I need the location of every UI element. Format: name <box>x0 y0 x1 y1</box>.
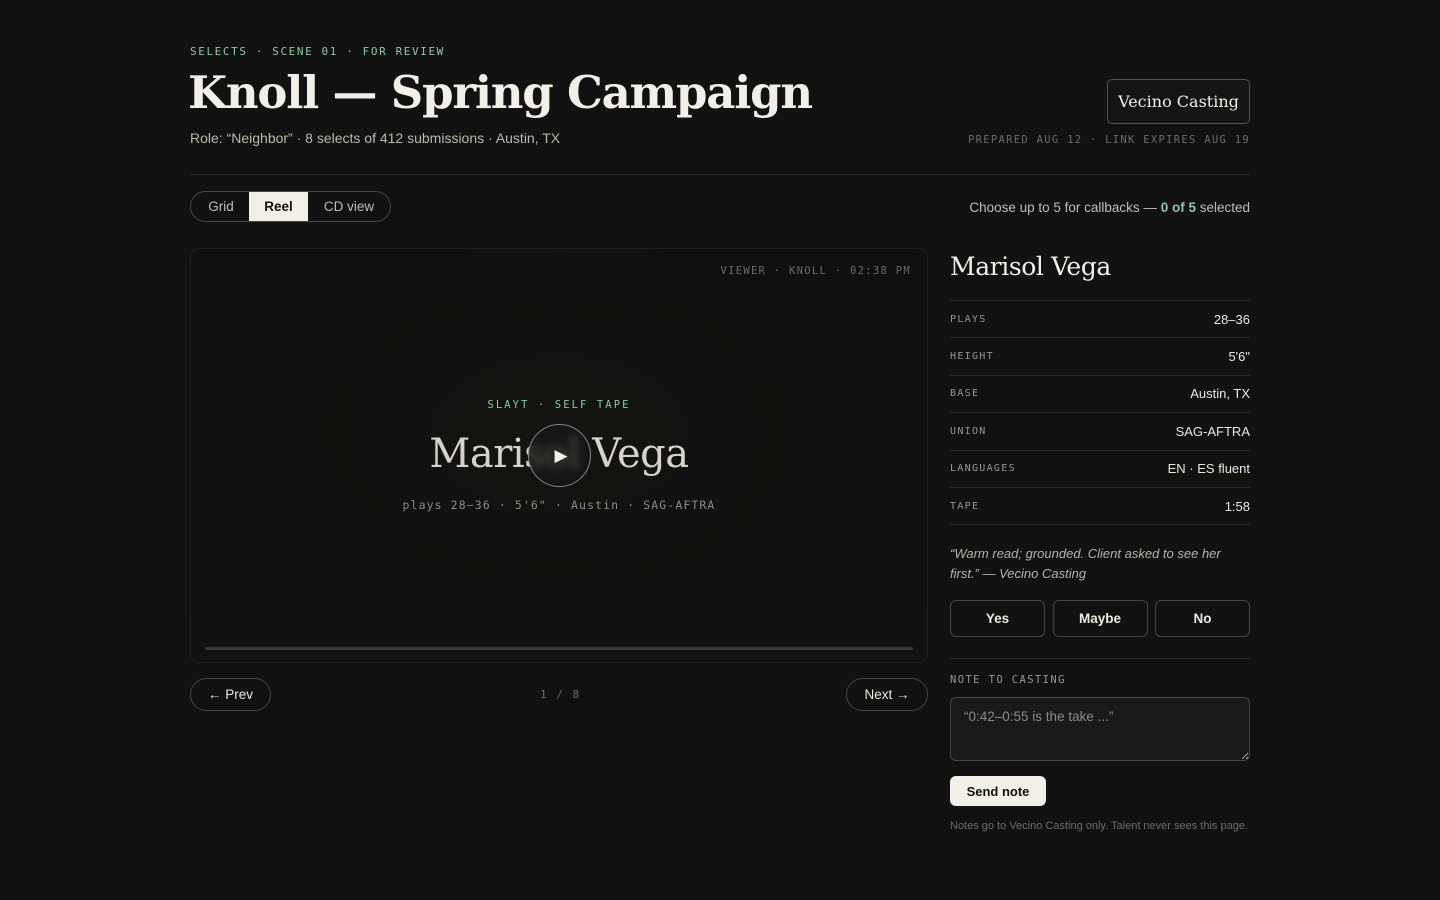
callback-suffix: selected <box>1195 200 1250 215</box>
tape-specs: plays 28–36 · 5'6" · Austin · SAG-AFTRA <box>402 498 716 512</box>
send-note-button[interactable]: Send note <box>950 776 1046 807</box>
callback-status: Choose up to 5 for callbacks — 0 of 5 se… <box>969 200 1250 215</box>
vote-buttons: Yes Maybe No <box>950 600 1250 638</box>
reel-counter: 1 / 8 <box>540 688 581 701</box>
attr-row-plays: PLAYS 28–36 <box>950 301 1250 339</box>
view-tabs: Grid Reel CD view <box>190 191 391 222</box>
attr-label: TAPE <box>950 500 980 512</box>
vote-no-button[interactable]: No <box>1155 600 1250 638</box>
talent-name: Marisol Vega <box>950 252 1111 281</box>
vote-yes-button[interactable]: Yes <box>950 600 1045 638</box>
attr-label: UNION <box>950 425 987 437</box>
casting-quote: “Warm read; grounded. Client asked to se… <box>950 546 1221 582</box>
page-title: Knoll — Spring Campaign <box>188 66 813 119</box>
talent-panel: Marisol Vega PLAYS 28–36 HEIGHT 5'6" BAS… <box>950 248 1250 835</box>
breadcrumb: SELECTS · SCENE 01 · FOR REVIEW <box>190 45 445 58</box>
attr-value: 28–36 <box>1213 311 1250 327</box>
note-disclaimer: Notes go to Vecino Casting only. Talent … <box>950 820 1248 833</box>
attr-value: 5'6" <box>1228 349 1250 365</box>
talent-attributes: PLAYS 28–36 HEIGHT 5'6" BASE Austin, TX … <box>950 300 1250 526</box>
attr-value: EN · ES fluent <box>1167 461 1250 477</box>
next-button[interactable]: Next → <box>846 678 928 711</box>
header-divider <box>190 174 1250 175</box>
agency-badge: Vecino Casting <box>1107 79 1250 124</box>
play-button[interactable]: ▶ <box>528 424 591 487</box>
attr-value: SAG-AFTRA <box>1175 423 1250 439</box>
page-subtitle: Role: “Neighbor” · 8 selects of 412 subm… <box>190 130 561 146</box>
attr-value: 1:58 <box>1224 498 1250 514</box>
attr-label: PLAYS <box>950 313 987 325</box>
tab-grid[interactable]: Grid <box>191 192 249 221</box>
attr-row-languages: LANGUAGES EN · ES fluent <box>950 451 1250 488</box>
tab-reel[interactable]: Reel <box>249 192 308 221</box>
panel-divider <box>950 658 1250 660</box>
callback-prefix: Choose up to 5 for callbacks — <box>969 200 1161 215</box>
prev-button[interactable]: ← Prev <box>190 678 271 711</box>
play-icon: ▶ <box>554 445 568 465</box>
link-expiry: PREPARED AUG 12 · LINK EXPIRES AUG 19 <box>968 134 1250 146</box>
video-player[interactable]: VIEWER · KNOLL · 02:38 PM SLAYT · SELF T… <box>190 248 928 663</box>
scrubber[interactable] <box>205 647 913 650</box>
attr-value: Austin, TX <box>1190 386 1250 402</box>
attr-label: LANGUAGES <box>950 463 1016 475</box>
note-label: NOTE TO CASTING <box>950 674 1066 687</box>
vote-maybe-button[interactable]: Maybe <box>1052 600 1148 638</box>
attr-row-height: HEIGHT 5'6" <box>950 338 1250 376</box>
attr-row-union: UNION SAG-AFTRA <box>950 413 1250 451</box>
attr-label: BASE <box>950 388 980 400</box>
attr-row-base: BASE Austin, TX <box>950 376 1250 414</box>
note-input[interactable] <box>950 697 1250 762</box>
tape-slate: SLAYT · SELF TAPE <box>487 399 631 411</box>
callback-count: 0 of 5 <box>1160 200 1196 215</box>
viewer-watermark: VIEWER · KNOLL · 02:38 PM <box>720 265 911 277</box>
attr-row-tape: TAPE 1:58 <box>950 488 1250 526</box>
player-gradient <box>191 582 927 662</box>
attr-label: HEIGHT <box>950 351 994 363</box>
tab-cd-view[interactable]: CD view <box>308 192 390 221</box>
